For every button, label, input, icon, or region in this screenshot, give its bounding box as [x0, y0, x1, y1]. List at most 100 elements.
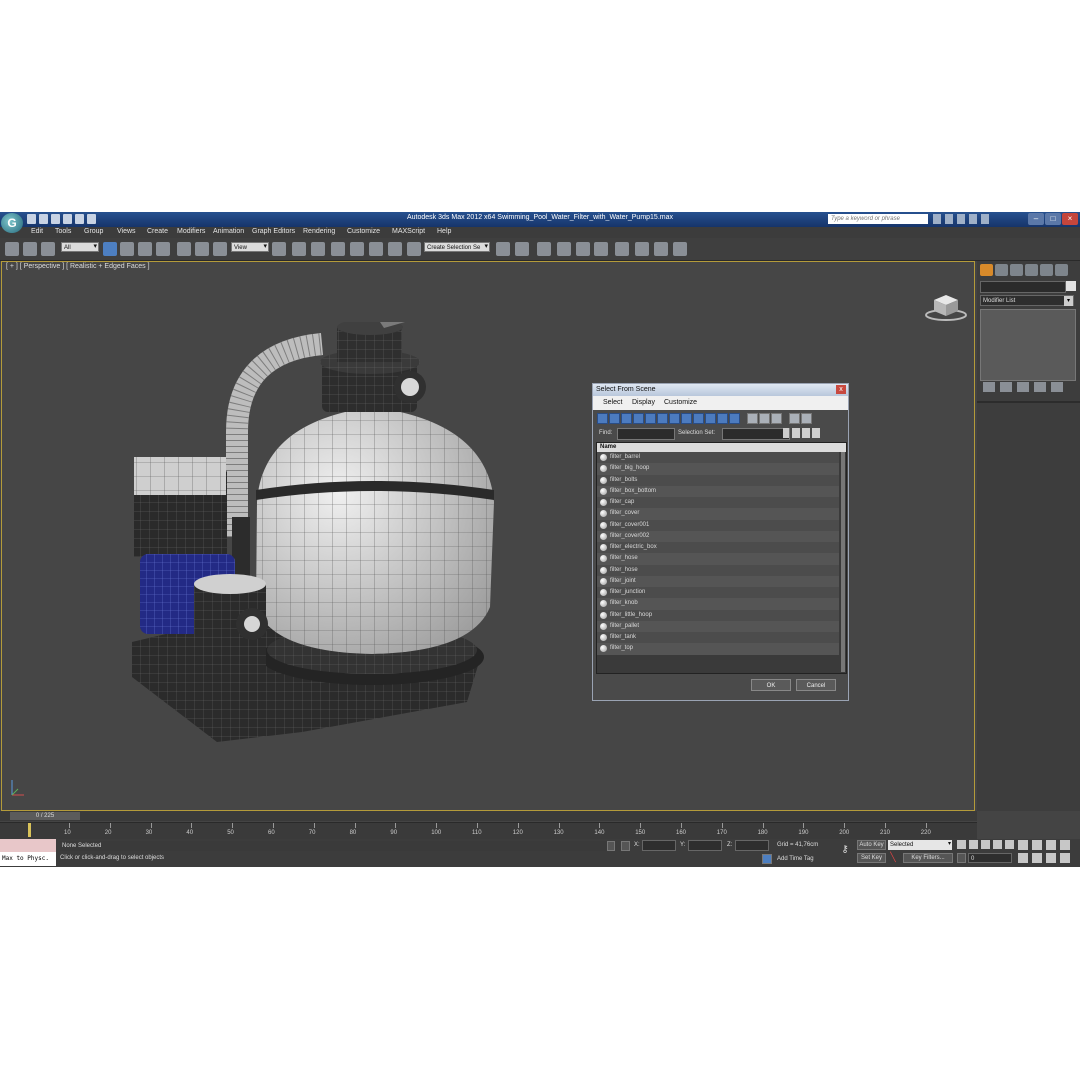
invert-display-icon[interactable]: [771, 413, 782, 424]
time-tag-icon[interactable]: [762, 854, 772, 864]
curve-editor-icon[interactable]: [576, 242, 590, 256]
snaps-toggle-icon[interactable]: [331, 242, 345, 256]
remove-set-icon[interactable]: [812, 428, 820, 438]
render-production-icon[interactable]: [673, 242, 687, 256]
mirror-icon[interactable]: [496, 242, 510, 256]
list-item[interactable]: filter_knob: [597, 598, 839, 610]
dialog-menu-customize[interactable]: Customize: [664, 399, 697, 406]
time-slider[interactable]: 0 / 225: [0, 811, 977, 821]
list-item[interactable]: filter_top: [597, 643, 839, 655]
list-item[interactable]: filter_tank: [597, 632, 839, 644]
object-name-field[interactable]: [980, 281, 1066, 293]
select-by-name-icon[interactable]: [120, 242, 134, 256]
play-icon[interactable]: [981, 840, 990, 849]
x-coordinate-field[interactable]: [642, 840, 676, 851]
subscription-icon[interactable]: [945, 214, 953, 224]
create-tab-icon[interactable]: [980, 264, 993, 276]
pin-stack-icon[interactable]: [983, 382, 995, 392]
dialog-menu-select[interactable]: Select: [603, 399, 622, 406]
link-icon[interactable]: [5, 242, 19, 256]
viewport-label[interactable]: [ + ] [ Perspective ] [ Realistic + Edge…: [6, 263, 150, 270]
dialog-close-button[interactable]: x: [836, 385, 846, 394]
motion-tab-icon[interactable]: [1025, 264, 1038, 276]
remove-modifier-icon[interactable]: [1034, 382, 1046, 392]
object-color-swatch[interactable]: [1066, 281, 1076, 291]
rotate-icon[interactable]: [195, 242, 209, 256]
list-item[interactable]: filter_joint: [597, 575, 839, 587]
list-item[interactable]: filter_cover002: [597, 530, 839, 542]
maximize-icon[interactable]: □: [1045, 213, 1061, 225]
zoom-icon[interactable]: [1018, 840, 1028, 850]
current-frame-field[interactable]: 0: [968, 853, 1012, 863]
menu-animation[interactable]: Animation: [213, 228, 244, 235]
layer-manager-icon[interactable]: [537, 242, 551, 256]
unlink-icon[interactable]: [23, 242, 37, 256]
previous-frame-icon[interactable]: [969, 840, 978, 849]
make-unique-icon[interactable]: [1017, 382, 1029, 392]
menu-maxscript[interactable]: MAXScript: [392, 228, 425, 235]
time-slider-thumb[interactable]: 0 / 225: [10, 812, 80, 820]
display-containers-icon[interactable]: [705, 413, 716, 424]
display-all-icon[interactable]: [747, 413, 758, 424]
material-editor-icon[interactable]: [615, 242, 629, 256]
schematic-view-icon[interactable]: [594, 242, 608, 256]
scale-icon[interactable]: [213, 242, 227, 256]
configure-sets-icon[interactable]: [1051, 382, 1063, 392]
menu-customize[interactable]: Customize: [347, 228, 380, 235]
help-icon[interactable]: [981, 214, 989, 224]
track-bar[interactable]: 10 20 30 40 50 60 70 80 90 100 110 120 130 140 150 160 1…: [0, 822, 977, 840]
maxscript-listener[interactable]: Max to Physc.: [0, 839, 56, 867]
list-scrollbar[interactable]: [841, 452, 845, 672]
favorites-icon[interactable]: [969, 214, 977, 224]
window-crossing-icon[interactable]: [156, 242, 170, 256]
cancel-button[interactable]: Cancel: [796, 679, 836, 691]
column-header-name[interactable]: Name: [597, 443, 846, 452]
application-button[interactable]: G: [1, 213, 23, 233]
key-icon[interactable]: ⚷: [837, 845, 853, 855]
list-item[interactable]: filter_little_hoop: [597, 609, 839, 621]
angle-snap-icon[interactable]: [350, 242, 364, 256]
display-lights-icon[interactable]: [621, 413, 632, 424]
menu-group[interactable]: Group: [84, 228, 103, 235]
zoom-extents-all-icon[interactable]: [1060, 840, 1070, 850]
add-time-tag[interactable]: Add Time Tag: [777, 856, 814, 862]
minimize-icon[interactable]: –: [1028, 213, 1044, 225]
viewcube-icon[interactable]: [924, 292, 970, 322]
modifier-list-dropdown[interactable]: Modifier List: [980, 295, 1074, 306]
list-item[interactable]: filter_box_bottom: [597, 485, 839, 497]
percent-snap-icon[interactable]: [369, 242, 383, 256]
absolute-mode-icon[interactable]: [621, 841, 630, 851]
keyboard-shortcut-override-icon[interactable]: [311, 242, 325, 256]
menu-rendering[interactable]: Rendering: [303, 228, 335, 235]
selection-set-dropdown[interactable]: [722, 428, 790, 440]
list-item[interactable]: filter_cover001: [597, 519, 839, 531]
lock-selection-icon[interactable]: [607, 841, 615, 851]
menu-create[interactable]: Create: [147, 228, 168, 235]
list-item[interactable]: filter_barrel: [597, 452, 839, 464]
selection-filter-dropdown[interactable]: All: [61, 242, 99, 252]
field-of-view-icon[interactable]: [1018, 853, 1028, 863]
display-bones-icon[interactable]: [693, 413, 704, 424]
dialog-menu-display[interactable]: Display: [632, 399, 655, 406]
display-xrefs-icon[interactable]: [681, 413, 692, 424]
graphite-toolbar-icon[interactable]: [557, 242, 571, 256]
set-key-button[interactable]: Set Key: [857, 853, 886, 863]
modify-tab-icon[interactable]: [995, 264, 1008, 276]
display-frozen-icon[interactable]: [717, 413, 728, 424]
hierarchy-tab-icon[interactable]: [1010, 264, 1023, 276]
sync-selection-icon[interactable]: [789, 413, 800, 424]
search-icon[interactable]: [933, 214, 941, 224]
modifier-stack[interactable]: [980, 309, 1076, 381]
pool-filter-model[interactable]: [122, 322, 502, 782]
rectangular-selection-icon[interactable]: [138, 242, 152, 256]
edit-set-icon[interactable]: [802, 428, 810, 438]
display-tab-icon[interactable]: [1040, 264, 1053, 276]
zoom-all-icon[interactable]: [1032, 840, 1042, 850]
scene-object-list[interactable]: Name filter_barrel filter_big_hoop filter_…: [596, 442, 847, 674]
filter-options-icon[interactable]: [801, 413, 812, 424]
go-to-end-icon[interactable]: [1005, 840, 1014, 849]
bind-space-warp-icon[interactable]: [41, 242, 55, 256]
list-item[interactable]: filter_bolts: [597, 474, 839, 486]
auto-key-button[interactable]: Auto Key: [857, 840, 886, 850]
list-item[interactable]: filter_hose: [597, 553, 839, 565]
